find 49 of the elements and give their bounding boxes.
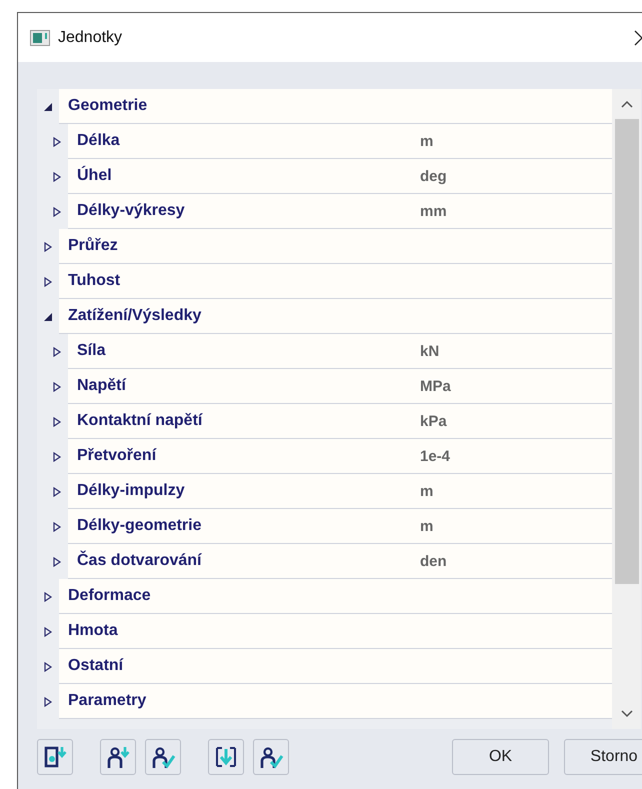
unit-value: mm [420, 202, 447, 220]
unit-value: m [420, 132, 434, 150]
expand-arrow-icon[interactable] [43, 662, 53, 672]
expand-arrow-icon[interactable] [52, 206, 62, 216]
apply-button[interactable] [145, 738, 181, 774]
tree-item[interactable]: Délka [68, 132, 420, 150]
unit-value: 1e-4 [420, 448, 450, 464]
expand-arrow-icon[interactable] [52, 136, 62, 146]
unit-value: MPa [420, 378, 451, 394]
collapse-arrow-icon[interactable] [43, 102, 53, 112]
collapse-arrow-icon[interactable] [43, 312, 53, 322]
unit-value: den [420, 552, 447, 570]
tree-item[interactable]: Úhel [68, 167, 420, 185]
unit-value: kPa [420, 412, 447, 430]
document-arrow-icon [42, 744, 68, 770]
expand-arrow-icon[interactable] [52, 452, 62, 462]
expand-arrow-icon[interactable] [52, 486, 62, 496]
tree-item[interactable]: Délky-výkresy [68, 202, 420, 220]
scrollbar[interactable] [612, 89, 641, 729]
tree-item[interactable]: Kontaktní napětí [68, 412, 420, 430]
unit-value: m [420, 518, 434, 534]
ok-button[interactable]: OK [452, 738, 549, 774]
expand-arrow-icon[interactable] [43, 276, 53, 286]
unit-value: kN [420, 342, 440, 360]
tree-item[interactable]: Čas dotvarování [68, 552, 420, 570]
expand-arrow-icon[interactable] [52, 172, 62, 182]
window-title: Jednotky [58, 28, 124, 46]
unit-value: m [420, 482, 434, 500]
expand-arrow-icon[interactable] [52, 346, 62, 356]
tree-item[interactable]: Délky-impulzy [68, 482, 420, 500]
expand-arrow-icon[interactable] [43, 592, 53, 602]
import-button[interactable] [208, 738, 244, 774]
expand-arrow-icon[interactable] [52, 416, 62, 426]
default-button[interactable] [253, 738, 289, 774]
expand-arrow-icon[interactable] [43, 696, 53, 706]
expand-arrow-icon[interactable] [43, 242, 53, 252]
window-icon [30, 30, 50, 46]
unit-value: deg [420, 168, 447, 184]
tree-item[interactable]: Síla [68, 342, 420, 360]
expand-arrow-icon[interactable] [52, 382, 62, 392]
tree-item[interactable]: Napětí [68, 377, 420, 395]
cancel-button[interactable]: Storno [564, 738, 642, 774]
expand-arrow-icon[interactable] [52, 522, 62, 532]
load-button[interactable] [100, 738, 136, 774]
tree-item[interactable]: Délky-geometrie [68, 517, 420, 535]
expand-arrow-icon[interactable] [52, 556, 62, 566]
tree-item[interactable]: Přetvoření [68, 447, 420, 465]
expand-arrow-icon[interactable] [43, 626, 53, 636]
export-button[interactable] [37, 738, 73, 774]
